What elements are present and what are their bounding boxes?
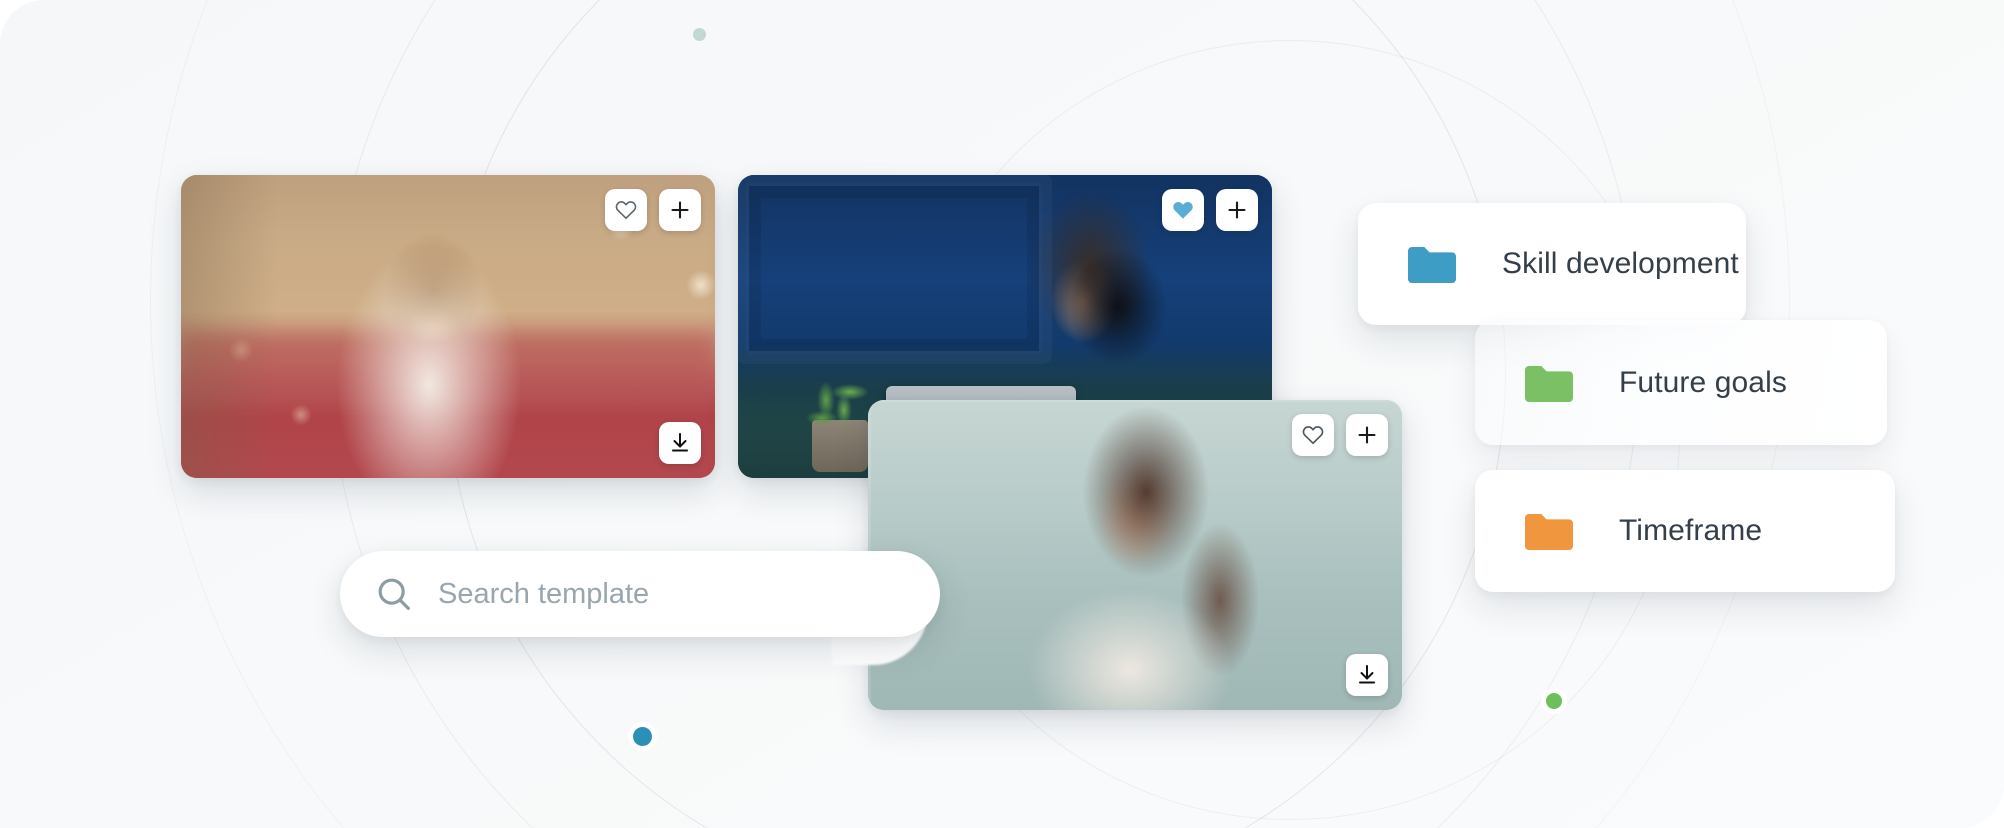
download-button[interactable] bbox=[659, 422, 701, 464]
download-icon bbox=[668, 431, 692, 455]
download-icon bbox=[1355, 663, 1379, 687]
heart-filled-icon bbox=[1171, 198, 1195, 222]
add-button[interactable] bbox=[1216, 189, 1258, 231]
folder-icon bbox=[1523, 510, 1575, 552]
folder-card-skill-development[interactable]: Skill development bbox=[1358, 203, 1746, 325]
favorite-button[interactable] bbox=[605, 189, 647, 231]
heart-outline-icon bbox=[614, 198, 638, 222]
photo-card-woman-office[interactable] bbox=[868, 400, 1402, 710]
card-action-group bbox=[1162, 189, 1258, 231]
download-button[interactable] bbox=[1346, 654, 1388, 696]
folder-card-timeframe[interactable]: Timeframe bbox=[1475, 470, 1895, 592]
heart-outline-icon bbox=[1301, 423, 1325, 447]
search-input[interactable] bbox=[438, 551, 906, 637]
plus-icon bbox=[1355, 423, 1379, 447]
add-button[interactable] bbox=[659, 189, 701, 231]
photo-card-man-restaurant[interactable] bbox=[181, 175, 715, 478]
decor-dot-green bbox=[1546, 693, 1562, 709]
card-action-group bbox=[1292, 414, 1388, 456]
add-button[interactable] bbox=[1346, 414, 1388, 456]
promo-canvas: Skill development Future goals Timeframe bbox=[0, 0, 2004, 828]
folder-card-future-goals[interactable]: Future goals bbox=[1475, 320, 1887, 445]
plus-icon bbox=[668, 198, 692, 222]
card-action-group bbox=[605, 189, 701, 231]
folder-icon bbox=[1523, 362, 1575, 404]
plus-icon bbox=[1225, 198, 1249, 222]
download-button-surface[interactable] bbox=[659, 422, 701, 464]
folder-label: Skill development bbox=[1502, 247, 1739, 280]
folder-label: Future goals bbox=[1619, 365, 1787, 399]
decor-dot-blue bbox=[633, 727, 652, 746]
search-icon bbox=[374, 574, 414, 614]
folder-label: Timeframe bbox=[1619, 514, 1763, 547]
plant-leaves-object bbox=[804, 370, 878, 432]
download-button-surface[interactable] bbox=[1346, 654, 1388, 696]
decor-dot-teal bbox=[693, 28, 706, 41]
search-bar[interactable] bbox=[340, 551, 940, 637]
favorite-button[interactable] bbox=[1162, 189, 1204, 231]
folder-icon bbox=[1406, 243, 1458, 285]
favorite-button[interactable] bbox=[1292, 414, 1334, 456]
